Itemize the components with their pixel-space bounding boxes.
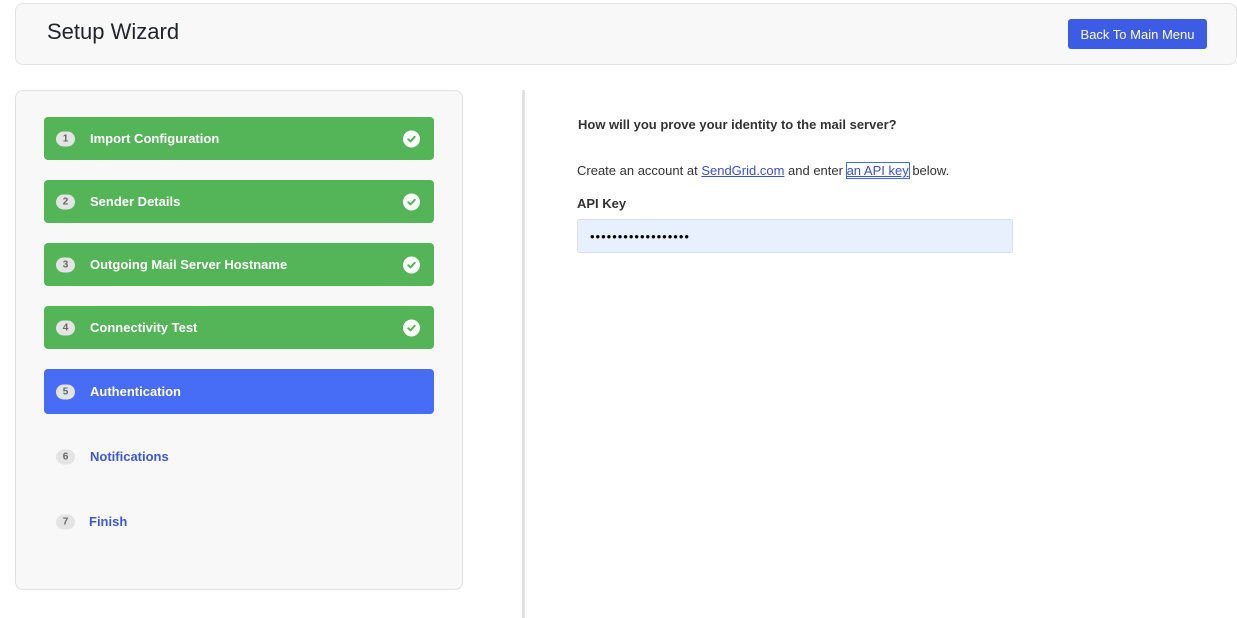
header-bar: Setup Wizard Back To Main Menu xyxy=(15,3,1237,65)
api-key-link[interactable]: an API key xyxy=(845,162,910,179)
step-label: Connectivity Test xyxy=(90,320,198,335)
step-label: Outgoing Mail Server Hostname xyxy=(90,257,288,272)
sendgrid-link[interactable]: SendGrid.com xyxy=(701,163,784,178)
step-notifications[interactable]: 6 Notifications xyxy=(44,435,434,478)
step-label: Import Configuration xyxy=(90,131,220,146)
instructions-text: Create an account at SendGrid.com and en… xyxy=(577,162,950,179)
page-title: Setup Wizard xyxy=(47,19,180,44)
step-label: Authentication xyxy=(90,384,181,399)
step-number-badge: 4 xyxy=(56,320,75,335)
section-question: How will you prove your identity to the … xyxy=(578,117,897,132)
check-circle-icon xyxy=(403,319,420,336)
step-label: Finish xyxy=(89,514,128,529)
back-to-main-menu-button[interactable]: Back To Main Menu xyxy=(1068,19,1207,49)
check-circle-icon xyxy=(403,193,420,210)
step-number-badge: 6 xyxy=(56,449,75,464)
step-outgoing-mail-server-hostname[interactable]: 3 Outgoing Mail Server Hostname xyxy=(44,243,434,286)
step-sender-details[interactable]: 2 Sender Details xyxy=(44,180,434,223)
wizard-steps-panel: 1 Import Configuration 2 Sender Details … xyxy=(15,90,463,590)
vertical-divider xyxy=(522,90,525,618)
step-connectivity-test[interactable]: 4 Connectivity Test xyxy=(44,306,434,349)
step-number-badge: 2 xyxy=(56,194,75,209)
step-number-badge: 3 xyxy=(56,257,75,272)
step-label: Sender Details xyxy=(90,194,181,209)
step-number-badge: 7 xyxy=(56,514,75,529)
api-key-input[interactable] xyxy=(577,219,1013,253)
instructions-suffix: below. xyxy=(908,163,950,178)
instructions-middle: and enter xyxy=(784,163,847,178)
step-number-badge: 1 xyxy=(56,131,75,146)
api-key-label: API Key xyxy=(577,196,627,211)
check-circle-icon xyxy=(403,130,420,147)
step-number-badge: 5 xyxy=(56,384,75,399)
step-finish[interactable]: 7 Finish xyxy=(44,500,434,543)
instructions-prefix: Create an account at xyxy=(577,163,702,178)
step-authentication[interactable]: 5 Authentication xyxy=(44,369,434,414)
check-circle-icon xyxy=(403,256,420,273)
step-import-configuration[interactable]: 1 Import Configuration xyxy=(44,117,434,160)
step-label: Notifications xyxy=(90,449,169,464)
